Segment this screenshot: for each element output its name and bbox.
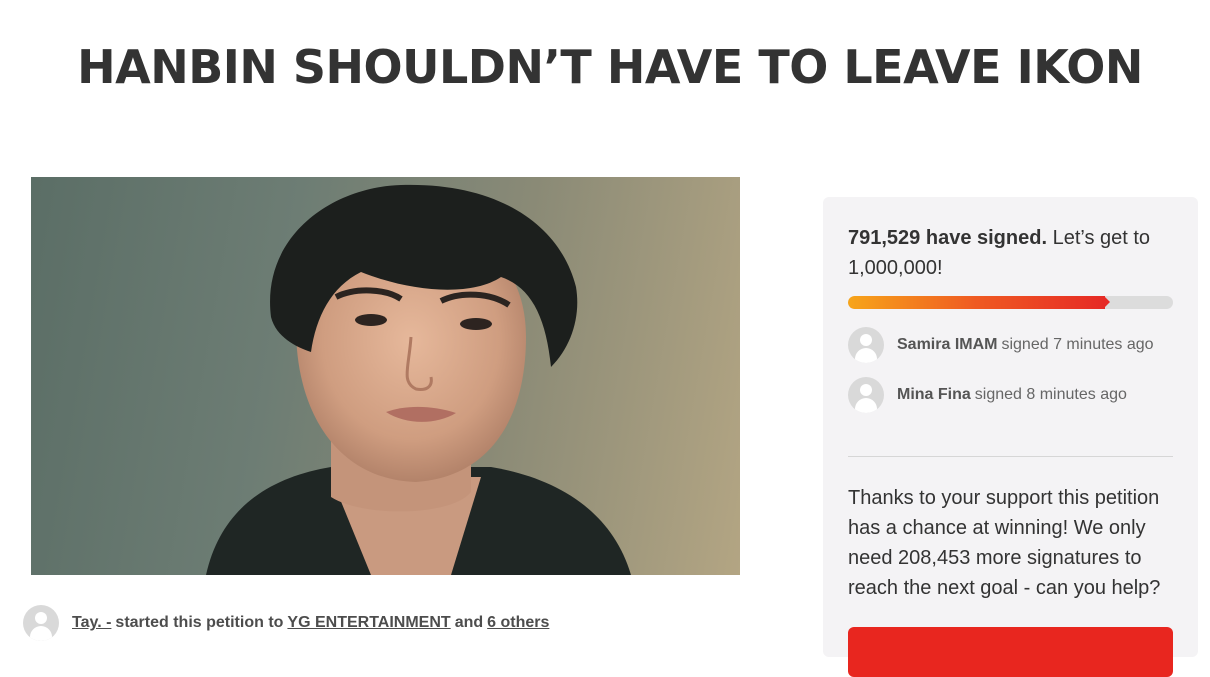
progress-bar — [848, 296, 1173, 309]
progress-bar-fill — [848, 296, 1110, 309]
signer-avatar — [848, 327, 884, 363]
signer-name: Samira IMAM — [897, 336, 998, 353]
signer-name: Mina Fina — [897, 386, 971, 403]
recent-signer: Samira IMAM signed 7 minutes ago — [848, 327, 1154, 363]
divider — [848, 456, 1173, 457]
signed-count: 791,529 have signed. — [848, 227, 1048, 249]
signature-panel: 791,529 have signed. Let’s get to 1,000,… — [823, 197, 1198, 677]
others-link[interactable]: 6 others — [487, 614, 549, 632]
starter-text: started this petition to — [115, 614, 284, 631]
starter-avatar — [23, 605, 59, 641]
signer-avatar — [848, 377, 884, 413]
support-message: Thanks to your support this petition has… — [848, 487, 1161, 599]
petition-image — [31, 177, 740, 575]
sign-petition-button[interactable] — [848, 627, 1173, 677]
petition-title: HANBIN SHOULDN’T HAVE TO LEAVE IKON — [77, 40, 1143, 94]
starter-name-link[interactable]: Tay. - — [72, 614, 111, 632]
portrait-photo — [206, 184, 631, 575]
and-text: and — [454, 614, 484, 631]
signer-time: signed 7 minutes ago — [1001, 336, 1154, 353]
petition-starter: Tay. - started this petition to YG ENTER… — [23, 604, 549, 642]
target-link[interactable]: YG ENTERTAINMENT — [287, 614, 450, 632]
signer-time: signed 8 minutes ago — [974, 386, 1127, 403]
signature-count: 791,529 have signed. Let’s get to 1,000,… — [848, 223, 1178, 283]
recent-signer: Mina Fina signed 8 minutes ago — [848, 377, 1127, 413]
